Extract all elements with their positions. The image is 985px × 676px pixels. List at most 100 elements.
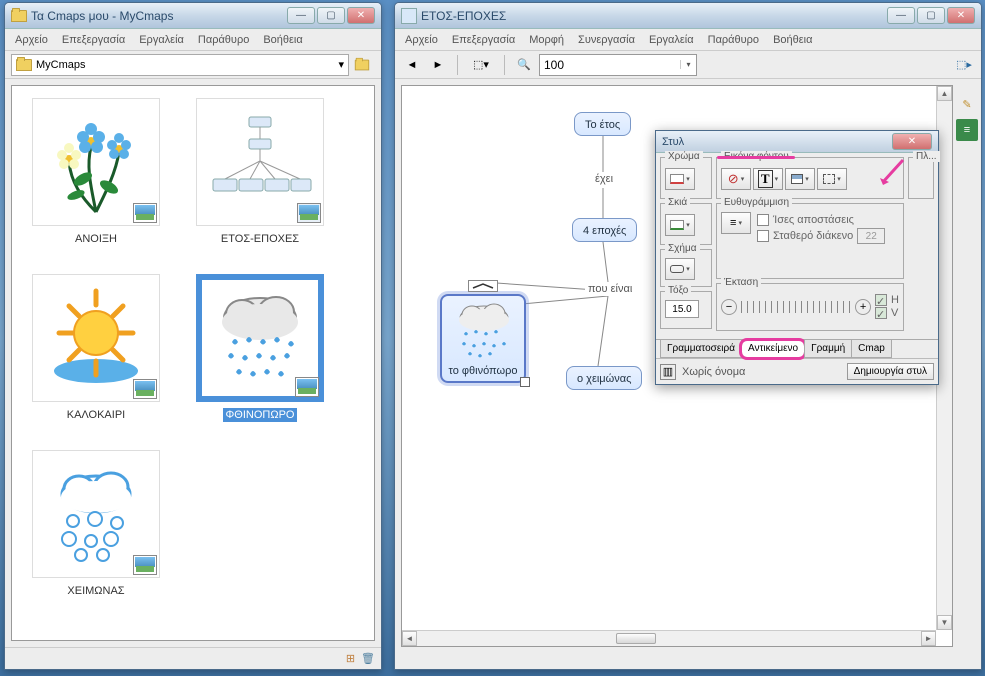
fixed-gap-checkbox[interactable]: Σταθερό διάκενο (757, 228, 899, 244)
minimize-button[interactable]: — (887, 7, 915, 24)
dropdown-arrow-icon[interactable]: ▾ (338, 58, 344, 71)
tree-icon[interactable]: ⊞ (346, 652, 355, 665)
horizontal-scrollbar[interactable]: ◄ ► (402, 630, 936, 646)
style-title: Στυλ (662, 136, 892, 148)
photo-badge-icon (133, 379, 157, 399)
node-winter[interactable]: ο χειμώνας (566, 366, 642, 390)
menu-edit[interactable]: Επεξεργασία (56, 31, 131, 49)
shadow-picker[interactable] (665, 214, 695, 236)
node-autumn[interactable]: το φθινόπωρο (440, 294, 526, 383)
tab-font[interactable]: Γραμματοσειρά (660, 340, 742, 358)
side-toolbar: ✎ ≡ (957, 89, 977, 141)
tab-line[interactable]: Γραμμή (804, 340, 852, 358)
menu-collab[interactable]: Συνεργασία (572, 31, 641, 49)
minus-button[interactable]: − (721, 299, 737, 315)
align-picker[interactable]: ≡ (721, 212, 751, 234)
menu-tools[interactable]: Εργαλεία (643, 31, 700, 49)
menu-file[interactable]: Αρχείο (399, 31, 444, 49)
shape-picker[interactable] (665, 258, 695, 280)
chk-label: H (891, 294, 899, 306)
style-panel: Στυλ ✕ Χρώμα Σκιά Σχήμα Τόξο Εικόνα (655, 130, 939, 385)
image-crop-button[interactable] (817, 168, 847, 190)
node-root[interactable]: Το έτος (574, 112, 631, 136)
photo-badge-icon (295, 377, 319, 397)
scale-button[interactable]: ⬚▾ (466, 54, 496, 76)
menu-format[interactable]: Μορφή (523, 31, 570, 49)
fixed-gap-input[interactable] (857, 228, 885, 244)
no-image-button[interactable]: ⊘ (721, 168, 751, 190)
menu-file[interactable]: Αρχείο (9, 31, 54, 49)
up-folder-button[interactable] (353, 54, 375, 76)
group-arc: Τόξο (660, 291, 712, 329)
h-checkbox[interactable]: ✓H (875, 294, 899, 306)
titlebar[interactable]: Τα Cmaps μου - MyCmaps — ▢ ✕ (5, 3, 381, 29)
menu-help[interactable]: Βοήθεια (257, 31, 308, 49)
thumb-autumn[interactable]: ΦΘΙΝΟΠΩΡΟ (196, 274, 324, 422)
menu-edit[interactable]: Επεξεργασία (446, 31, 521, 49)
style-list-icon[interactable]: ▥ (660, 364, 676, 380)
arc-input[interactable] (665, 300, 699, 318)
tab-object[interactable]: Αντικείμενο (741, 340, 805, 358)
thumb-year-seasons[interactable]: ΕΤΟΣ-ΕΠΟΧΕΣ (196, 98, 324, 246)
close-button[interactable]: ✕ (347, 7, 375, 24)
menu-tools[interactable]: Εργαλεία (133, 31, 190, 49)
scroll-left-icon[interactable]: ◄ (402, 631, 417, 646)
scroll-up-icon[interactable]: ▲ (937, 86, 952, 101)
maximize-button[interactable]: ▢ (917, 7, 945, 24)
maximize-button[interactable]: ▢ (317, 7, 345, 24)
forward-button[interactable]: ► (427, 54, 449, 76)
resize-handle-icon[interactable] (520, 377, 530, 387)
tool-pointer[interactable]: ✎ (956, 93, 978, 115)
text-bg-button[interactable]: T (753, 168, 783, 190)
link-which-are[interactable]: που είναι (585, 282, 635, 296)
color-picker[interactable] (665, 168, 695, 190)
image-align-button[interactable] (785, 168, 815, 190)
menu-window[interactable]: Παράθυρο (192, 31, 255, 49)
equal-distance-checkbox[interactable]: Ίσες αποστάσεις (757, 214, 899, 226)
connector-handle-icon[interactable] (468, 280, 498, 292)
v-checkbox[interactable]: ✓V (875, 307, 899, 319)
style-close-button[interactable]: ✕ (892, 133, 932, 150)
style-titlebar[interactable]: Στυλ ✕ (656, 131, 938, 153)
record-button[interactable]: ⬚▸ (953, 54, 975, 76)
path-combo[interactable]: MyCmaps ▾ (11, 54, 349, 76)
group-shape: Σχήμα (660, 249, 712, 287)
link-has[interactable]: έχει (592, 172, 616, 186)
tab-cmap[interactable]: Cmap (851, 340, 892, 358)
group-bg-image: Εικόνα φόντου ⊘ T (716, 157, 904, 199)
menu-help[interactable]: Βοήθεια (767, 31, 818, 49)
menu-window[interactable]: Παράθυρο (702, 31, 765, 49)
node-seasons[interactable]: 4 εποχές (572, 218, 637, 242)
close-button[interactable]: ✕ (947, 7, 975, 24)
minimize-button[interactable]: — (287, 7, 315, 24)
path-text: MyCmaps (36, 59, 338, 71)
thumb-spring[interactable]: ΑΝΟΙΞΗ (32, 98, 160, 246)
cmap-icon (401, 8, 417, 24)
slider-track[interactable] (741, 301, 851, 313)
group-label: Χρώμα (665, 151, 703, 162)
tool-list[interactable]: ≡ (956, 119, 978, 141)
zoom-input[interactable] (540, 58, 680, 72)
titlebar[interactable]: ΕΤΟΣ-ΕΠΟΧΕΣ — ▢ ✕ (395, 3, 981, 29)
back-button[interactable]: ◄ (401, 54, 423, 76)
zoom-combo[interactable]: ▾ (539, 54, 697, 76)
flowers-icon (41, 107, 151, 217)
statusbar: ⊞ 🗑 (5, 647, 381, 669)
sun-icon (41, 283, 151, 393)
group-align: Ευθυγράμμιση ≡ Ίσες αποστάσεις Σταθερό δ… (716, 203, 904, 279)
thumb-winter[interactable]: ΧΕΙΜΩΝΑΣ (32, 450, 160, 598)
thumb-summer[interactable]: ΚΑΛΟΚΑΙΡΙ (32, 274, 160, 422)
scroll-thumb[interactable] (616, 633, 656, 644)
scroll-down-icon[interactable]: ▼ (937, 615, 952, 630)
node-text: Το έτος (585, 119, 620, 131)
create-style-button[interactable]: Δημιουργία στυλ (847, 363, 934, 380)
thumb-label: ΕΤΟΣ-ΕΠΟΧΕΣ (218, 232, 302, 246)
folder-icon (11, 10, 27, 22)
scroll-right-icon[interactable]: ► (921, 631, 936, 646)
plus-button[interactable]: + (855, 299, 871, 315)
photo-badge-icon (133, 555, 157, 575)
zoom-icon[interactable]: 🔍 (513, 54, 535, 76)
trash-icon[interactable]: 🗑 (361, 652, 375, 665)
node-text: 4 εποχές (583, 225, 626, 237)
dropdown-arrow-icon[interactable]: ▾ (680, 60, 696, 69)
